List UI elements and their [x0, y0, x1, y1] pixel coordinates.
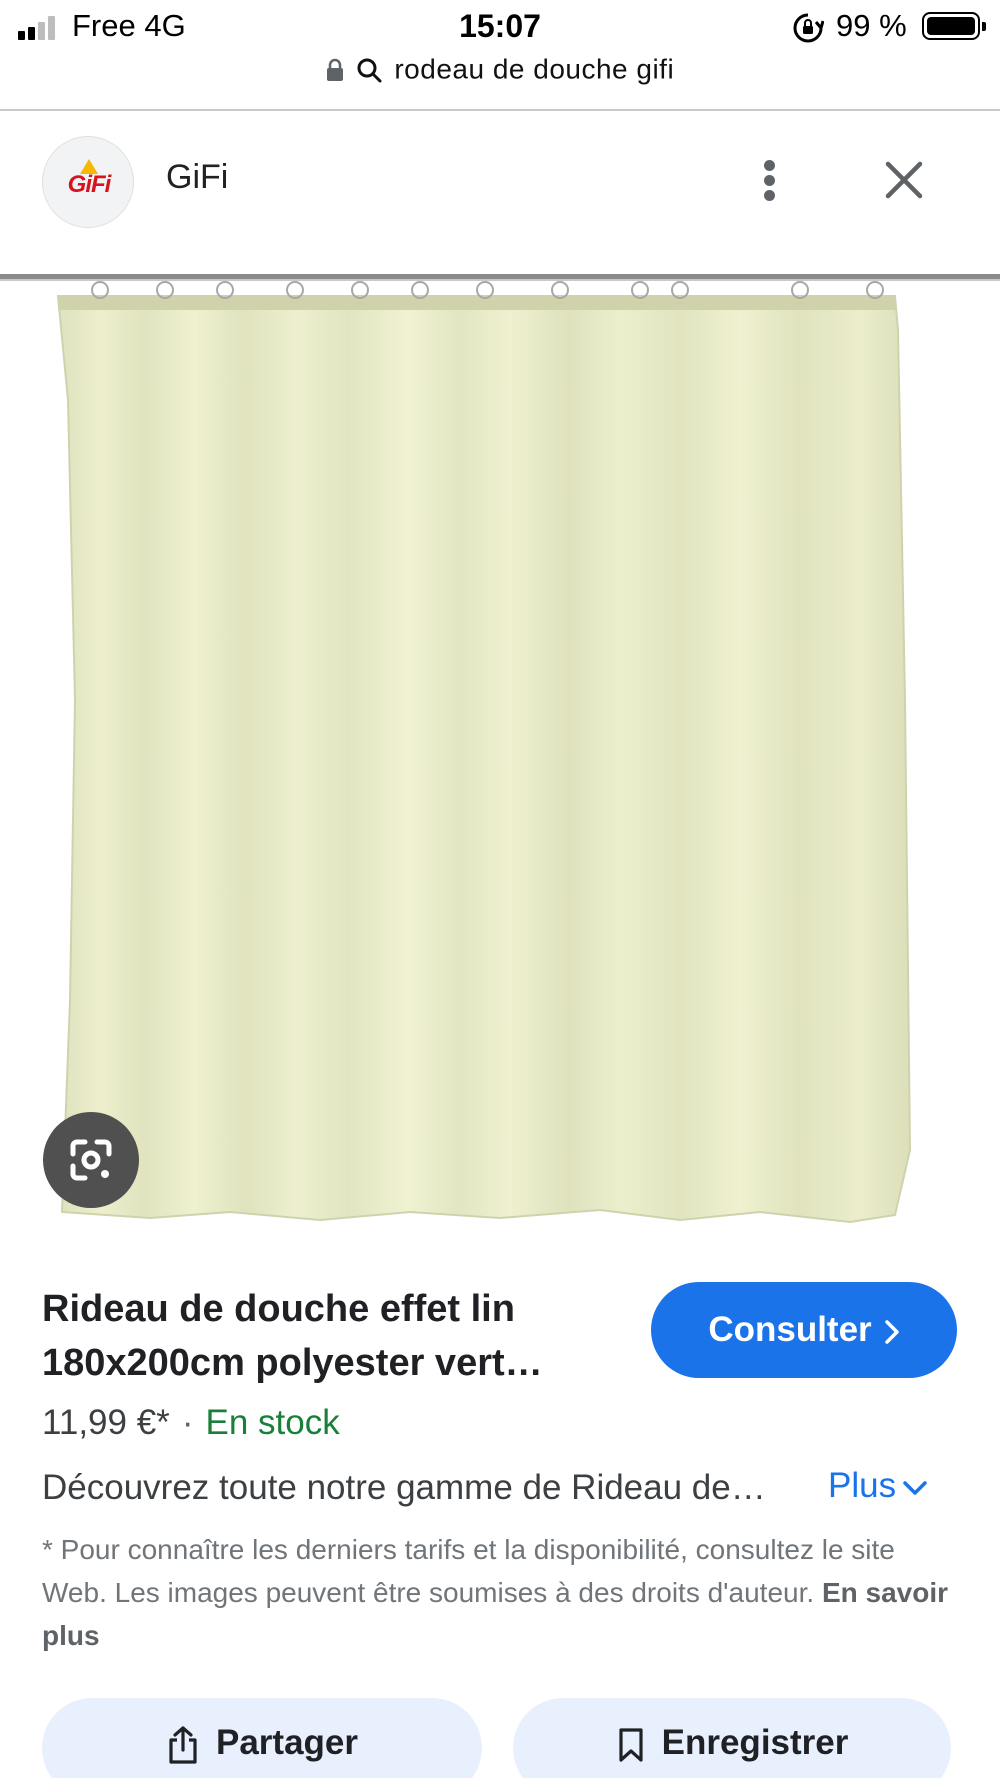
close-icon[interactable]	[880, 156, 928, 204]
product-image[interactable]	[0, 262, 1000, 1232]
more-label: Plus	[828, 1466, 897, 1505]
site-logo: GiFi	[42, 136, 134, 228]
status-bar: Free 4G 15:07 99 %	[0, 0, 1000, 50]
share-icon	[169, 1726, 197, 1764]
lock-icon	[326, 58, 343, 81]
address-bar[interactable]: rodeau de douche gifi	[0, 52, 1000, 92]
price-line: 11,99 €* · En stock	[42, 1403, 340, 1443]
consult-button[interactable]: Consulter	[651, 1282, 957, 1378]
share-label: Partager	[215, 1723, 359, 1762]
lens-icon	[70, 1139, 112, 1181]
more-vert-icon[interactable]	[752, 154, 788, 206]
divider	[0, 109, 1000, 111]
separator: ·	[181, 1403, 194, 1442]
disclaimer-text: * Pour connaître les derniers tarifs et …	[42, 1534, 895, 1608]
price: 11,99 €*	[42, 1403, 170, 1442]
more-link[interactable]: Plus	[828, 1466, 928, 1506]
search-icon	[357, 58, 382, 83]
site-name[interactable]: GiFi	[166, 158, 228, 197]
product-description: Découvrez toute notre gamme de Rideau de…	[42, 1468, 766, 1507]
save-label: Enregistrer	[661, 1723, 849, 1762]
stock-status: En stock	[205, 1403, 340, 1442]
bookmark-icon	[619, 1728, 643, 1762]
battery-icon	[922, 12, 986, 40]
battery-percent: 99 %	[836, 8, 907, 43]
chevron-down-icon	[903, 1481, 927, 1495]
save-button[interactable]: Enregistrer	[513, 1698, 951, 1778]
page: Free 4G 15:07 99 % rodeau de douche gifi…	[0, 0, 1000, 1778]
lens-search-button[interactable]	[43, 1112, 139, 1208]
url-text: rodeau de douche gifi	[394, 53, 675, 85]
share-button[interactable]: Partager	[42, 1698, 482, 1778]
disclaimer: * Pour connaître les derniers tarifs et …	[42, 1528, 952, 1657]
consult-label: Consulter	[708, 1310, 872, 1349]
logo-text: GiFi	[67, 171, 112, 198]
chevron-right-icon	[884, 1320, 899, 1344]
product-title: Rideau de douche effet lin 180x200cm pol…	[42, 1288, 543, 1384]
rotation-lock-icon	[793, 13, 824, 43]
